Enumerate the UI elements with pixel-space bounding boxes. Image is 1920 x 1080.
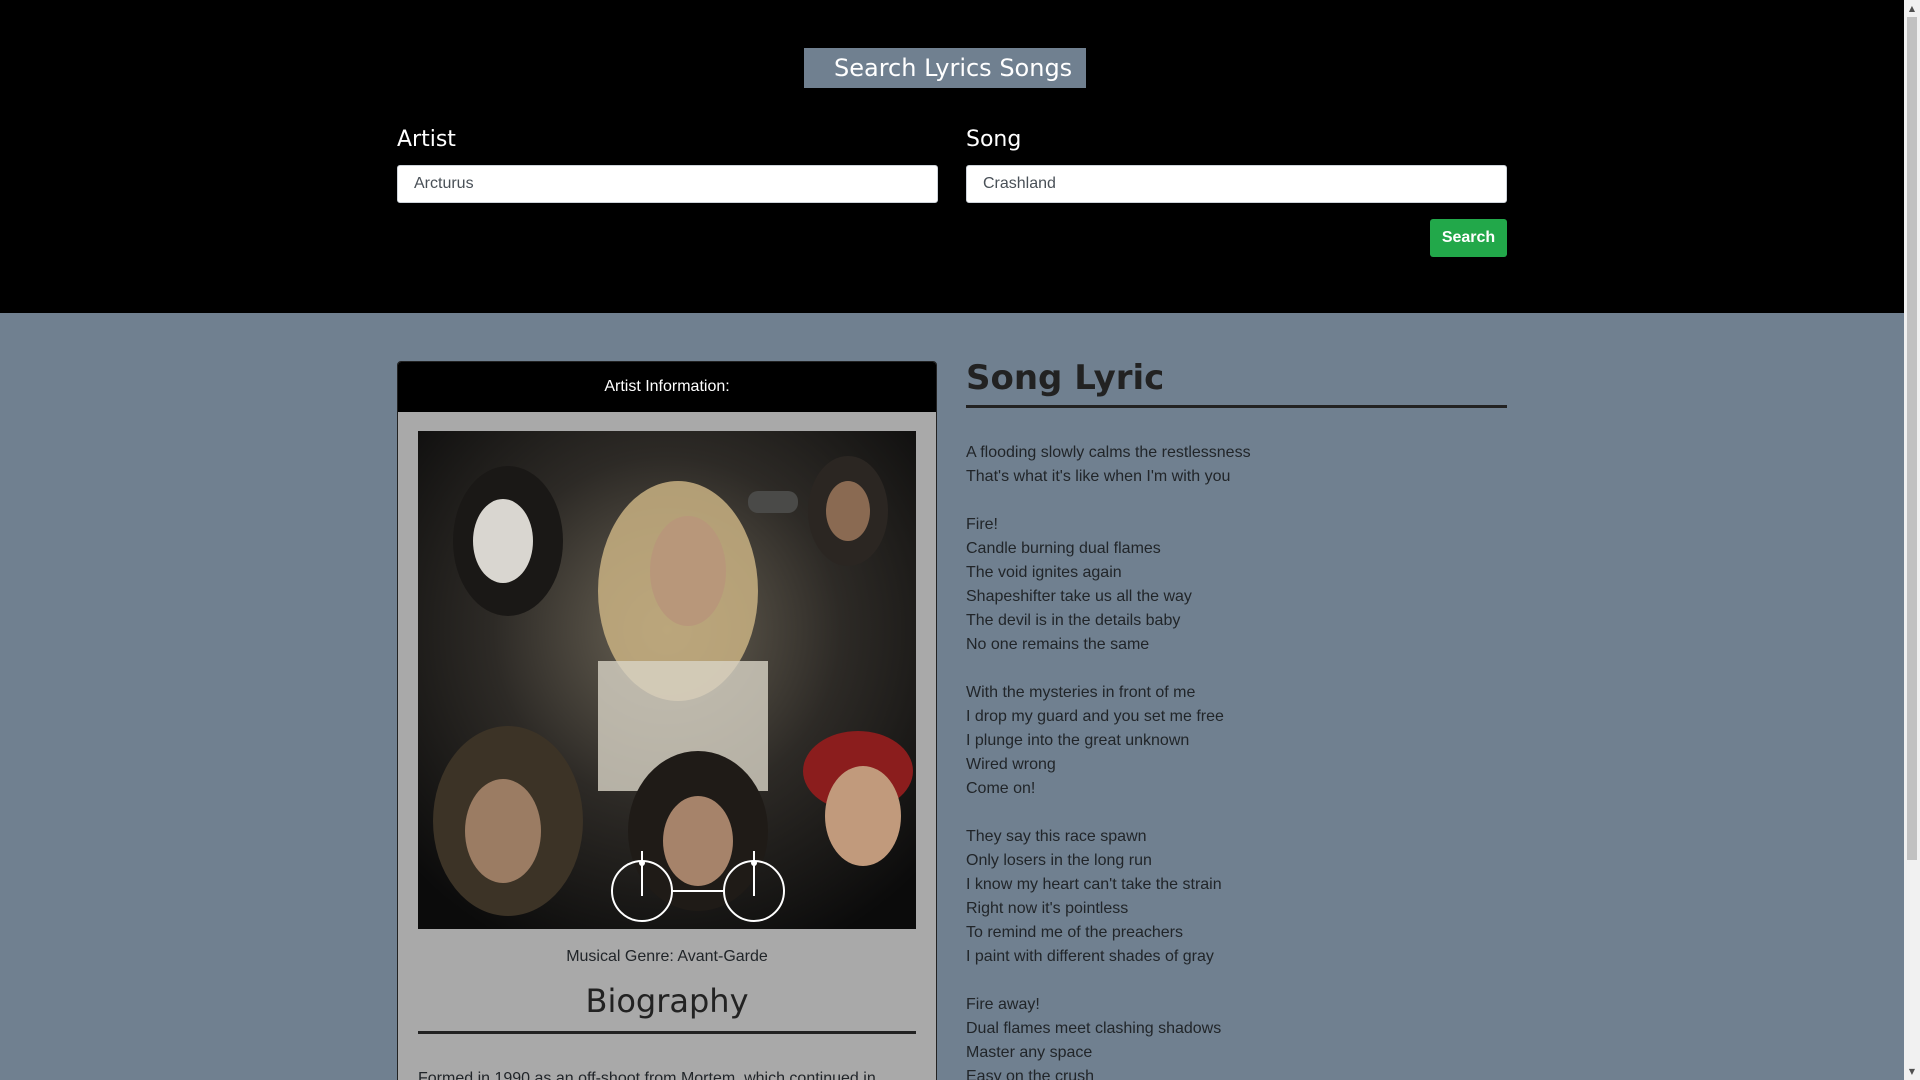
- lyric-stanza-break: [966, 969, 1507, 993]
- song-input[interactable]: [966, 165, 1507, 203]
- scrollbar-thumb[interactable]: [1907, 17, 1917, 860]
- lyric-line: Only losers in the long run: [966, 852, 1152, 869]
- artist-label: Artist: [397, 127, 456, 152]
- lyric-line: A flooding slowly calms the restlessness: [966, 444, 1251, 461]
- lyric-line: Easy on the crush: [966, 1068, 1095, 1080]
- artist-photo: [418, 431, 916, 929]
- lyric-line: I paint with different shades of gray: [966, 948, 1214, 965]
- search-header: Search Lyrics Songs Artist Song Search: [0, 0, 1904, 313]
- lyric-line: Shapeshifter take us all the way: [966, 588, 1192, 605]
- lyric-line: To remind me of the preachers: [966, 924, 1183, 941]
- lyric-line: I drop my guard and you set me free: [966, 708, 1224, 725]
- lyric-line: They say this race spawn: [966, 828, 1147, 845]
- arrow-down-icon[interactable]: ▼: [1904, 1063, 1920, 1080]
- song-lyric-divider: [966, 405, 1507, 408]
- lyric-stanza-break: [966, 489, 1507, 513]
- lyric-line: Right now it's pointless: [966, 900, 1129, 917]
- artist-information-heading: Artist Information:: [398, 362, 936, 412]
- lyric-line: No one remains the same: [966, 636, 1150, 653]
- lyric-stanza-break: [966, 657, 1507, 681]
- musical-genre: Musical Genre: Avant-Garde: [566, 948, 768, 965]
- search-button[interactable]: Search: [1430, 219, 1507, 257]
- lyrics-body: A flooding slowly calms the restlessness…: [966, 441, 1507, 1080]
- page: Search Lyrics Songs Artist Song Search A…: [0, 0, 1904, 1080]
- lyric-line: Dual flames meet clashing shadows: [966, 1020, 1222, 1037]
- lyric-line: The devil is in the details baby: [966, 612, 1181, 629]
- lyric-line: Wired wrong: [966, 756, 1056, 773]
- song-label: Song: [966, 127, 1022, 152]
- biography-title: Biography: [585, 982, 749, 1020]
- lyric-line: The void ignites again: [966, 564, 1122, 581]
- lyric-line: Come on!: [966, 780, 1036, 797]
- lyric-line: Master any space: [966, 1044, 1093, 1061]
- lyric-line: Candle burning dual flames: [966, 540, 1161, 557]
- artist-information-card: Artist Information: Musical Genre: Avant…: [397, 361, 937, 1080]
- lyric-line: Fire!: [966, 516, 998, 533]
- arrow-up-icon[interactable]: ▲: [1904, 0, 1920, 17]
- page-title: Search Lyrics Songs: [804, 48, 1086, 88]
- biography-divider: [418, 1031, 916, 1034]
- lyric-line: That's what it's like when I'm with you: [966, 468, 1231, 485]
- lyric-line: With the mysteries in front of me: [966, 684, 1196, 701]
- lyric-stanza-break: [966, 801, 1507, 825]
- biography-text: Formed in 1990 as an off-shoot from Mort…: [418, 1070, 876, 1080]
- song-lyric-title: Song Lyric: [966, 358, 1165, 398]
- lyric-line: I know my heart can't take the strain: [966, 876, 1222, 893]
- page-scrollbar[interactable]: ▲ ▼: [1904, 0, 1920, 1080]
- artist-input[interactable]: [397, 165, 938, 203]
- lyric-line: I plunge into the great unknown: [966, 732, 1190, 749]
- lyric-line: Fire away!: [966, 996, 1040, 1013]
